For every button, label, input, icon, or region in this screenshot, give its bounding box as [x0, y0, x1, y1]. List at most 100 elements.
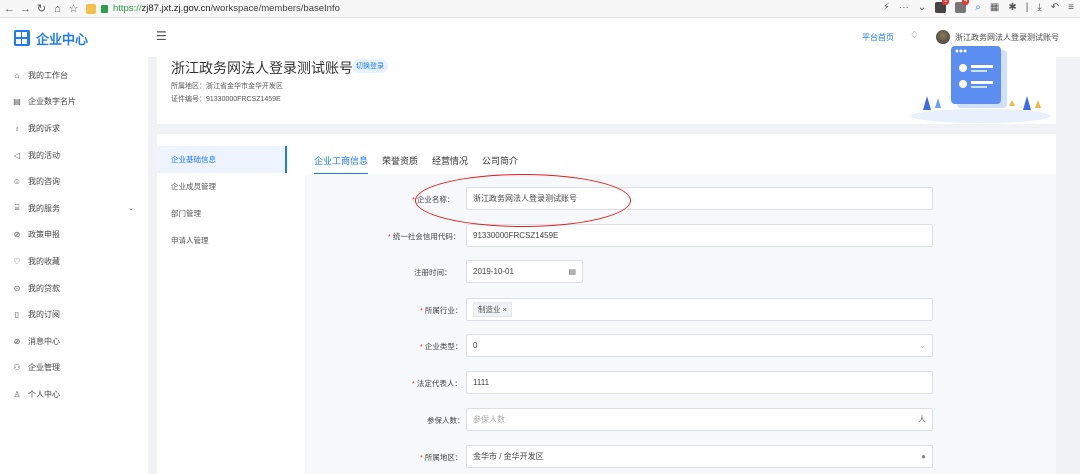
region-value: 金华市 / 金华开发区	[473, 452, 544, 461]
extension-icon[interactable]: 4	[955, 0, 970, 13]
heart-icon: ♡	[13, 256, 21, 266]
menu-fold-icon[interactable]: ☰	[156, 29, 167, 43]
puzzle-icon[interactable]: ✱	[1008, 2, 1016, 13]
profile-illustration	[911, 46, 1051, 123]
sidebar-item-policy[interactable]: ⊘ 政策申报	[0, 222, 148, 249]
company-type-label: * 企业类型：	[420, 341, 462, 352]
username[interactable]: 浙江政务网法人登录测试账号	[955, 32, 1059, 43]
industry-label-text: 所属行业：	[424, 306, 463, 315]
extension-badge: 1	[941, 0, 950, 5]
undo-icon[interactable]: ↶	[1051, 2, 1059, 13]
bell-icon[interactable]: ♢	[910, 30, 919, 41]
form-row-insured: 参保人数： 参保人数 人	[157, 408, 933, 432]
tab-business-info[interactable]: 企业工商信息	[314, 154, 369, 175]
industry-tag[interactable]: 制造业 ×	[473, 302, 512, 317]
grid-icon[interactable]: ▦	[990, 2, 999, 13]
forward-icon[interactable]: →	[19, 3, 32, 15]
team-icon: ⚇	[13, 363, 21, 373]
sidebar-item-personal[interactable]: ♙ 个人中心	[0, 381, 148, 408]
download-icon[interactable]: ⤓	[1037, 2, 1041, 13]
insured-input[interactable]: 参保人数 人	[466, 408, 933, 431]
industry-label: * 所属行业：	[420, 305, 462, 316]
switch-login-button[interactable]: 切换登录	[352, 59, 388, 73]
avatar[interactable]	[936, 30, 950, 44]
form-row-region: * 所属地区： 金华市 / 金华开发区 ●	[157, 445, 933, 469]
credit-code-input[interactable]: 91330000FRCSZ1459E	[466, 224, 933, 247]
chat-icon: ☺	[12, 177, 22, 187]
sidebar-item-favorites[interactable]: ♡ 我的收藏	[0, 248, 148, 275]
legal-rep-input[interactable]: 1111	[466, 371, 933, 394]
close-icon[interactable]: ×	[503, 305, 507, 314]
coin-icon: ⊙	[13, 283, 21, 293]
platform-home-link[interactable]: 平台首页	[862, 32, 894, 43]
chevron-down-icon[interactable]: ⌄	[918, 2, 926, 13]
sidebar-item-company-mgmt[interactable]: ⚇ 企业管理	[0, 355, 148, 382]
form-row-credit-code: * 统一社会信用代码： 91330000FRCSZ1459E	[157, 224, 933, 248]
sidebar-item-label: 企业数字名片	[28, 97, 76, 107]
sidebar-title: 企业中心	[36, 31, 89, 47]
sidebar-item-consultation[interactable]: ☺ 我的咨询	[0, 168, 148, 195]
browser-extensions: ⚡ ··· ⌄ 1 4 ⌕ ▦ ✱ | ⤓ ↶ ≡	[883, 0, 1074, 13]
megaphone-icon: ◁	[13, 150, 21, 160]
url-path: /workspace/members/baseInfo	[210, 3, 340, 14]
sidebar-menu: ⌂ 我的工作台 ▤ 企业数字名片 ♁ 我的诉求 ◁ 我的活动 ☺ 我的咨询 ⌸ 我的服务 ⌄ …	[0, 62, 148, 408]
sidebar-item-workbench[interactable]: ⌂ 我的工作台	[0, 62, 148, 89]
sidebar-item-appeals[interactable]: ♁ 我的诉求	[0, 115, 148, 142]
logo-icon	[14, 30, 30, 46]
reg-date-label: 注册时间：	[414, 268, 452, 277]
sidebar-item-digital-card[interactable]: ▤ 企业数字名片	[0, 89, 148, 116]
lightning-icon[interactable]: ⚡	[883, 2, 890, 13]
sidebar-item-activities[interactable]: ◁ 我的活动	[0, 142, 148, 169]
form-row-legal-rep: * 法定代表人： 1111	[157, 371, 933, 395]
menu-icon[interactable]: ≡	[1068, 2, 1074, 13]
home-icon[interactable]: ⌂	[51, 3, 64, 15]
sidebar: 企业中心 ⌂ 我的工作台 ▤ 企业数字名片 ♁ 我的诉求 ◁ 我的活动 ☺ 我的咨询 ⌸ 我…	[0, 18, 148, 474]
region-label: * 所属地区：	[420, 452, 462, 463]
user-icon: ♙	[13, 389, 21, 399]
extension-icon[interactable]: 1	[935, 0, 950, 13]
more-icon[interactable]: ···	[899, 2, 909, 13]
legal-rep-label-text: 法定代表人：	[416, 379, 462, 388]
insured-suffix: 人	[918, 415, 926, 424]
annotation-oval	[415, 174, 631, 227]
tab-operations[interactable]: 经营情况	[432, 154, 468, 175]
profile-card: 浙江政务网法人登录测试账号 切换登录 所属地区：浙江省金华市金华开发区 证件编号…	[157, 46, 1056, 124]
reg-date-picker[interactable]: 2019-10-01 ▤	[466, 260, 583, 283]
sidebar-item-label: 我的诉求	[28, 123, 60, 133]
reg-date-value: 2019-10-01	[473, 267, 514, 276]
link-icon: ⊘	[13, 230, 21, 240]
back-icon[interactable]: ←	[3, 3, 16, 15]
tab-honors[interactable]: 荣誉资质	[382, 154, 418, 175]
sidebar-item-messages[interactable]: ⊘ 消息中心	[0, 328, 148, 355]
company-type-value: 0	[473, 341, 478, 350]
industry-select[interactable]: 制造业 ×	[466, 298, 933, 321]
profile-region: 所属地区：浙江省金华市金华开发区	[171, 83, 283, 90]
shield-icon[interactable]	[86, 3, 96, 14]
form-row-industry: * 所属行业： 制造业 ×	[157, 298, 933, 322]
tab-company-intro[interactable]: 公司简介	[482, 154, 518, 175]
address-bar[interactable]: https://zj87.jxt.zj.gov.cn/workspace/mem…	[113, 3, 340, 14]
sidebar-item-services[interactable]: ⌸ 我的服务 ⌄	[0, 195, 148, 222]
credit-code-label: * 统一社会信用代码：	[388, 231, 460, 242]
search-icon[interactable]: ⌕	[975, 2, 981, 13]
sidebar-item-loans[interactable]: ⊙ 我的贷款	[0, 275, 148, 302]
subnav-basic-info[interactable]: 企业基础信息	[157, 146, 287, 173]
insured-label: 参保人数：	[427, 416, 465, 425]
required-mark: *	[420, 342, 423, 351]
lock-icon[interactable]	[101, 4, 108, 13]
calendar-icon: ▤	[568, 267, 576, 276]
url-domain: zj87.jxt.zj.gov.cn	[141, 3, 211, 14]
sidebar-item-subscriptions[interactable]: ▯ 我的订阅	[0, 301, 148, 328]
region-cascader[interactable]: 金华市 / 金华开发区 ●	[466, 445, 933, 468]
required-mark: *	[420, 453, 423, 462]
company-type-select[interactable]: 0 ⌄	[466, 334, 933, 357]
card-icon: ▤	[13, 97, 21, 107]
extension-badge: 4	[961, 0, 970, 5]
sidebar-item-label: 我的订阅	[28, 310, 60, 320]
url-scheme: https://	[113, 3, 142, 14]
bookmark-star-icon[interactable]: ☆	[67, 2, 80, 15]
required-mark: *	[412, 379, 415, 388]
clear-icon[interactable]: ●	[921, 446, 926, 467]
reload-icon[interactable]: ↻	[35, 2, 48, 15]
logo[interactable]: 企业中心	[0, 18, 148, 58]
